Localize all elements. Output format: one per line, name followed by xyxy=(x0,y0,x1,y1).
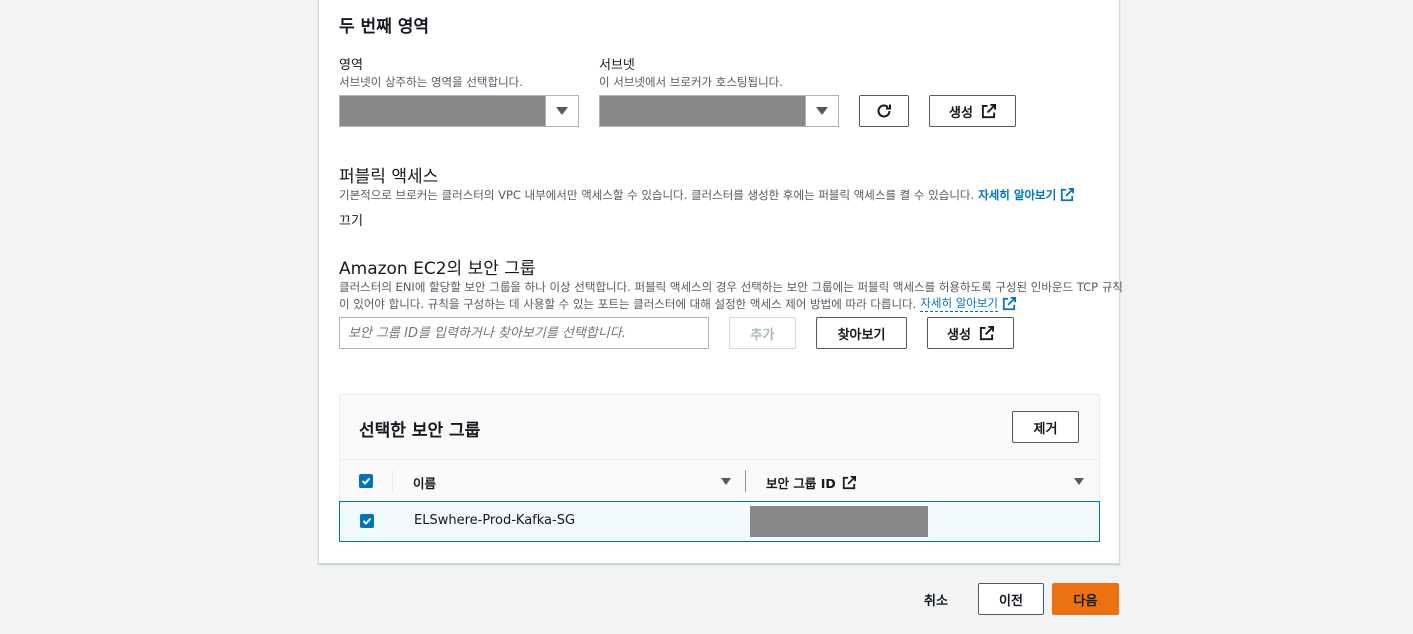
public-access-value: 끄기 xyxy=(339,214,363,229)
previous-button[interactable]: 이전 xyxy=(978,583,1044,615)
public-access-description-row: 기본적으로 브로커는 클러스터의 VPC 내부에서만 액세스할 수 있습니다. … xyxy=(339,187,1075,203)
add-label: 추가 xyxy=(750,327,775,343)
security-group-id-input[interactable] xyxy=(339,317,709,349)
column-divider xyxy=(392,470,393,492)
region-label: 영역 xyxy=(339,58,363,73)
column-header-name[interactable]: 이름 xyxy=(413,473,436,492)
remove-label: 제거 xyxy=(1033,421,1058,437)
create-security-group-button[interactable]: 생성 xyxy=(927,317,1014,349)
remove-button[interactable]: 제거 xyxy=(1012,411,1079,443)
dropdown-caret-icon xyxy=(805,96,838,126)
public-access-description: 기본적으로 브로커는 클러스터의 VPC 내부에서만 액세스할 수 있습니다. … xyxy=(339,188,975,202)
select-all-checkbox[interactable] xyxy=(359,474,373,488)
security-groups-description-line2: 이 있어야 합니다. 규칙을 구성하는 데 사용할 수 있는 포트는 클러스터에… xyxy=(339,296,917,311)
browse-security-groups-button[interactable]: 찾아보기 xyxy=(816,317,907,349)
sort-caret-icon[interactable] xyxy=(721,478,731,485)
column-resizer[interactable] xyxy=(745,470,746,492)
create-subnet-button[interactable]: 생성 xyxy=(929,95,1016,127)
selected-security-groups-table: 선택한 보안 그룹 제거 이름 보안 그룹 ID ELSwhere-Prod-K… xyxy=(339,394,1100,542)
next-label: 다음 xyxy=(1073,593,1098,609)
form-panel: 두 번째 영역 영역 서브넷이 상주하는 영역을 선택합니다. 서브넷 이 서브… xyxy=(318,0,1123,564)
region-select-redacted xyxy=(340,96,546,126)
previous-label: 이전 xyxy=(999,593,1023,609)
add-security-group-button[interactable]: 추가 xyxy=(729,317,796,349)
external-link-icon xyxy=(979,325,994,341)
security-groups-learn-more-link[interactable]: 자세히 알아보기 xyxy=(920,295,999,312)
dropdown-caret-icon xyxy=(545,96,578,126)
selected-security-groups-heading: 선택한 보안 그룹 xyxy=(359,421,481,441)
cancel-link[interactable]: 취소 xyxy=(912,590,960,609)
table-row[interactable]: ELSwhere-Prod-Kafka-SG xyxy=(339,501,1100,542)
column-header-group-id-label: 보안 그룹 ID xyxy=(766,476,836,491)
public-access-heading: 퍼블릭 액세스 xyxy=(339,167,439,187)
subnet-select[interactable] xyxy=(599,95,839,127)
security-groups-heading: Amazon EC2의 보안 그룹 xyxy=(339,259,536,279)
table-header-row: 이름 보안 그룹 ID xyxy=(340,459,1099,501)
row-group-id-redacted xyxy=(750,506,928,537)
external-link-icon xyxy=(1002,296,1017,311)
region-select[interactable] xyxy=(339,95,579,127)
external-link-icon xyxy=(981,103,996,119)
public-access-learn-more-link[interactable]: 자세히 알아보기 xyxy=(978,187,1056,203)
subnet-select-redacted xyxy=(600,96,806,126)
subnet-description: 이 서브넷에서 브로커가 호스팅됩니다. xyxy=(599,75,783,89)
row-checkbox[interactable] xyxy=(360,514,374,528)
create-security-group-label: 생성 xyxy=(947,327,971,343)
refresh-icon xyxy=(875,102,893,120)
subnet-label: 서브넷 xyxy=(599,58,635,73)
security-groups-description-line2-row: 이 있어야 합니다. 규칙을 구성하는 데 사용할 수 있는 포트는 클러스터에… xyxy=(339,295,1017,312)
refresh-button[interactable] xyxy=(859,95,909,127)
security-groups-description-line1: 클러스터의 ENI에 할당할 보안 그룹을 하나 이상 선택합니다. 퍼블릭 액… xyxy=(339,280,1123,294)
external-link-icon xyxy=(842,475,856,490)
next-button[interactable]: 다음 xyxy=(1052,583,1119,615)
region-description: 서브넷이 상주하는 영역을 선택합니다. xyxy=(339,75,523,89)
browse-label: 찾아보기 xyxy=(837,327,886,343)
row-name-cell: ELSwhere-Prod-Kafka-SG xyxy=(414,513,576,528)
external-link-icon xyxy=(1060,188,1075,202)
sort-caret-icon[interactable] xyxy=(1074,478,1084,485)
second-region-heading: 두 번째 영역 xyxy=(339,17,430,37)
column-header-group-id[interactable]: 보안 그룹 ID xyxy=(766,473,856,492)
create-subnet-label: 생성 xyxy=(949,105,973,121)
